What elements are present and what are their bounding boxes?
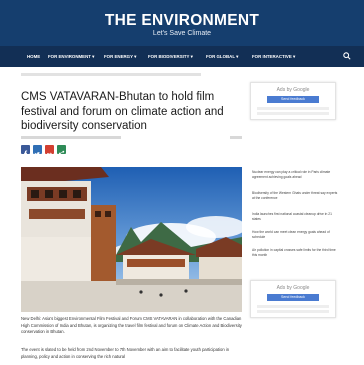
- generic-share-button[interactable]: [57, 145, 66, 157]
- article-title: CMS VATAVARAN-Bhutan to hold film festiv…: [21, 91, 224, 132]
- site-tagline: Let's Save Climate: [152, 30, 212, 37]
- sidebar-link[interactable]: How the world can meet clean energy goal…: [252, 230, 338, 240]
- site-logo[interactable]: THE ENVIRONMENT: [0, 13, 364, 29]
- ad-feedback-button[interactable]: Send feedback: [267, 294, 319, 301]
- facebook-share-button[interactable]: [21, 145, 30, 157]
- search-icon[interactable]: [343, 52, 351, 60]
- nav-item-environment[interactable]: FOR ENVIRONMENT ▾: [48, 46, 94, 67]
- ad-feedback-button[interactable]: Send feedback: [267, 96, 319, 103]
- breadcrumb: [21, 73, 201, 76]
- sidebar-link[interactable]: Nuclear energy can play a critical role …: [252, 170, 338, 180]
- ad-label: Ads by Google: [276, 285, 310, 291]
- ad-label: Ads by Google: [276, 87, 310, 93]
- article-paragraph: New Delhi: Asia's biggest Environmental …: [21, 316, 242, 335]
- google-plus-share-button[interactable]: g+: [45, 145, 54, 156]
- twitter-icon: [34, 152, 41, 156]
- sidebar-ad[interactable]: Ads by Google Send feedback: [250, 280, 336, 318]
- nav-item-global[interactable]: FOR GLOBAL ▾: [206, 46, 238, 67]
- ad-text-line: [257, 305, 329, 308]
- article-paragraph: The event is slated to be held from 2nd …: [21, 347, 230, 359]
- sidebar-link[interactable]: Biodiversity of the Western Ghats under …: [252, 191, 338, 201]
- ad-text-line: [257, 310, 329, 313]
- site-header: THE ENVIRONMENT Let's Save Climate: [0, 0, 364, 46]
- svg-text:g+: g+: [47, 151, 53, 156]
- google-plus-icon: g+: [47, 151, 53, 156]
- main-nav: HOME FOR ENVIRONMENT ▾ FOR ENERGY ▾ FOR …: [0, 46, 364, 67]
- facebook-icon: [24, 150, 28, 157]
- nav-item-energy[interactable]: FOR ENERGY ▾: [104, 46, 136, 67]
- ad-text-line: [257, 107, 329, 110]
- twitter-share-button[interactable]: [33, 145, 42, 156]
- article-meta: [21, 136, 121, 139]
- article-hero-image: [21, 167, 242, 312]
- sidebar-ad[interactable]: Ads by Google Send feedback: [250, 82, 336, 120]
- share-icon: [58, 150, 65, 157]
- nav-item-interactive[interactable]: FOR INTERACTIVE ▾: [252, 46, 295, 67]
- sidebar-link[interactable]: India launches first national coastal cl…: [252, 212, 338, 222]
- ad-text-line: [257, 112, 329, 115]
- article-meta-right: [230, 136, 242, 139]
- nav-item-home[interactable]: HOME: [27, 46, 40, 67]
- nav-item-biodiversity[interactable]: FOR BIODIVERSITY ▾: [148, 46, 193, 67]
- sidebar-link[interactable]: Air pollution in capital crosses safe li…: [252, 248, 338, 258]
